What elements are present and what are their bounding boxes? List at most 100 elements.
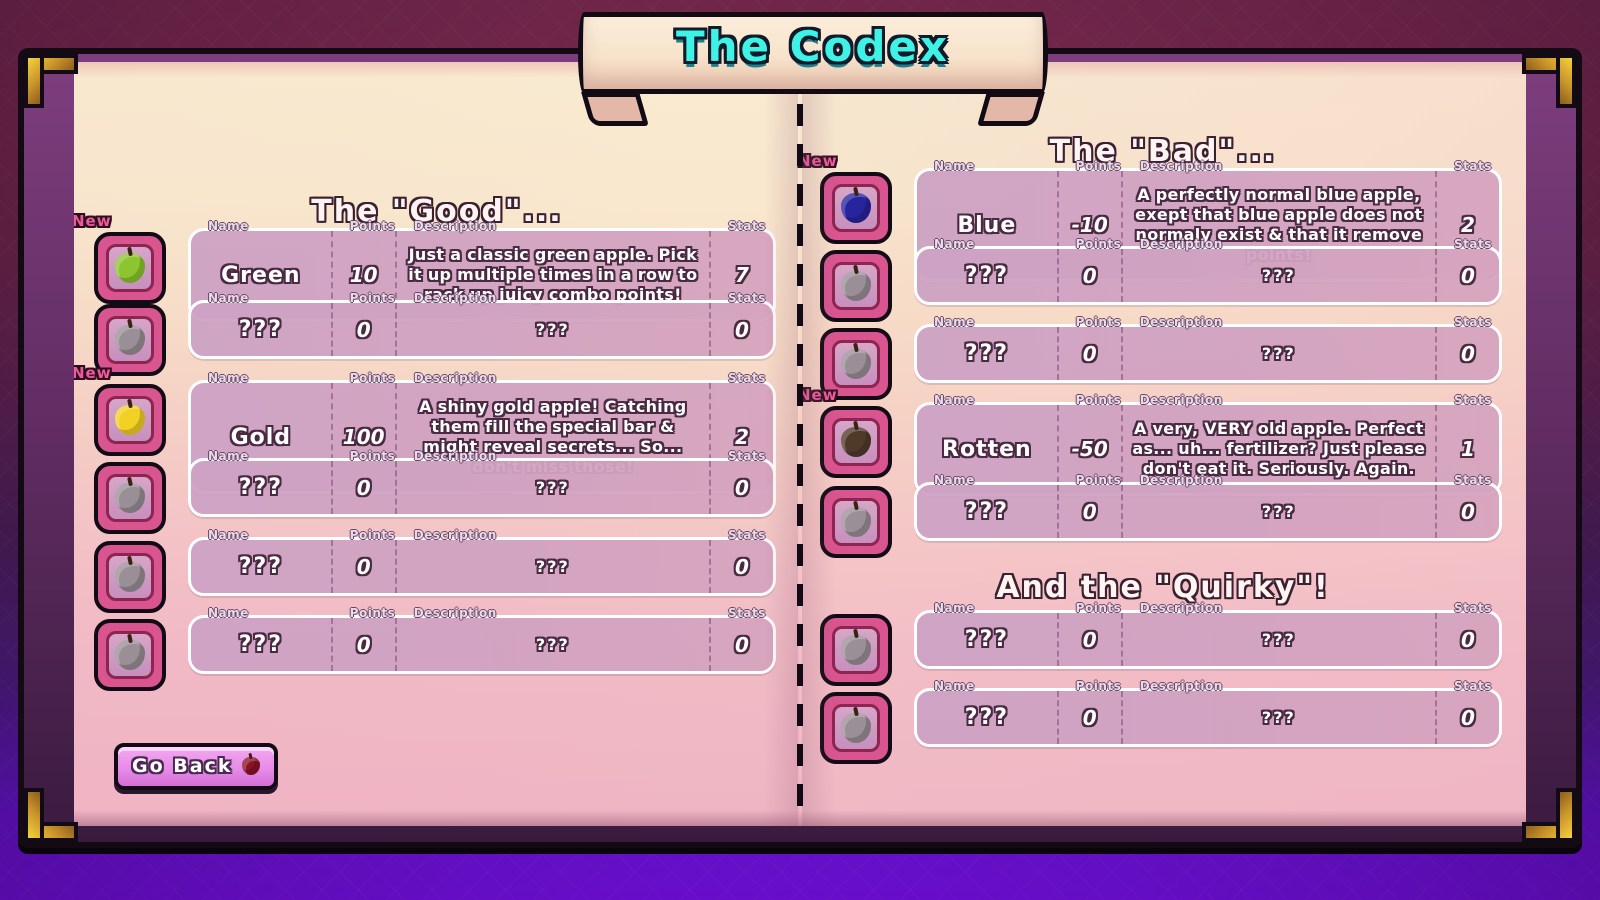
column-header-stats: Stats <box>1453 237 1492 251</box>
codex-entry-row[interactable]: Name??? Points 0 Description??? Stats 0 <box>94 528 776 613</box>
column-header-name: Name <box>208 219 249 233</box>
entry-cell-name: Name??? <box>917 473 1057 538</box>
icon-inner-frame <box>832 340 880 388</box>
entry-value-points: -10 <box>1071 213 1108 237</box>
column-header-description: Description <box>1139 315 1223 329</box>
entry-value-stats: 0 <box>735 632 749 657</box>
entry-cell-description: Description??? <box>394 449 709 514</box>
entry-value-points: 0 <box>356 475 371 500</box>
icon-inner-frame <box>832 184 880 232</box>
entry-value-description: ??? <box>535 477 570 497</box>
entry-cell-description: Description??? <box>394 291 709 356</box>
book-spine <box>797 64 803 824</box>
locked-apple-icon <box>841 349 871 379</box>
entry-icon-slot[interactable] <box>820 614 892 686</box>
locked-apple-icon <box>841 713 871 743</box>
entry-value-points: 100 <box>342 425 385 449</box>
entry-value-points: 0 <box>1082 499 1097 524</box>
codex-entry-row[interactable]: Name??? Points 0 Description??? Stats 0 <box>820 601 1502 686</box>
entry-value-name: ??? <box>964 341 1009 366</box>
entry-value-points: 0 <box>356 317 371 342</box>
column-header-stats: Stats <box>1453 679 1492 693</box>
entry-value-description: ??? <box>1261 501 1296 521</box>
icon-inner-frame <box>832 262 880 310</box>
icon-inner-frame <box>106 316 154 364</box>
entry-value-points: 0 <box>356 554 371 579</box>
entry-card: Name??? Points 0 Description??? Stats 0 <box>914 473 1502 541</box>
entry-icon-slot[interactable] <box>94 462 166 534</box>
entry-value-description: A very, VERY old apple. Perfect as... uh… <box>1132 419 1426 478</box>
entry-cell-stats: Stats 0 <box>708 291 773 356</box>
new-badge: New <box>74 364 112 382</box>
column-header-stats: Stats <box>727 371 766 385</box>
go-back-button[interactable]: Go Back <box>114 743 279 790</box>
entry-value-name: ??? <box>238 554 283 579</box>
codex-entry-row[interactable]: Name??? Points 0 Description??? Stats 0 <box>820 679 1502 764</box>
column-header-name: Name <box>934 473 975 487</box>
book-pages: The "Good"... New Name Green Points 10 Descri… <box>74 62 1526 826</box>
column-header-description: Description <box>1139 601 1223 615</box>
entry-value-points: -50 <box>1071 437 1108 461</box>
column-header-description: Description <box>413 291 497 305</box>
entry-value-description: ??? <box>535 556 570 576</box>
entry-cell-description: Description??? <box>1120 473 1435 538</box>
column-header-stats: Stats <box>727 606 766 620</box>
entry-icon-slot[interactable] <box>820 692 892 764</box>
codex-entry-row[interactable]: Name??? Points 0 Description??? Stats 0 <box>94 449 776 534</box>
entry-icon-slot[interactable] <box>820 250 892 322</box>
column-header-stats: Stats <box>1453 159 1492 173</box>
codex-entry-row[interactable]: Name??? Points 0 Description??? Stats 0 <box>820 315 1502 400</box>
entry-value-points: 0 <box>1082 627 1097 652</box>
entry-value-description: ??? <box>1261 707 1296 727</box>
column-header-points: Points <box>349 291 396 305</box>
entry-cell-description: Description??? <box>1120 601 1435 666</box>
entry-value-stats: 0 <box>1461 627 1475 652</box>
codex-entry-row[interactable]: Name??? Points 0 Description??? Stats 0 <box>94 291 776 376</box>
codex-entry-row[interactable]: Name??? Points 0 Description??? Stats 0 <box>94 606 776 691</box>
entry-icon-slot[interactable]: New <box>74 364 166 456</box>
entry-icon-slot[interactable]: New <box>74 212 166 304</box>
column-header-description: Description <box>1139 679 1223 693</box>
icon-inner-frame <box>832 498 880 546</box>
entry-value-stats: 0 <box>1461 341 1475 366</box>
entry-cell-points: Points 0 <box>1056 601 1121 666</box>
entry-icon-slot[interactable] <box>94 619 166 691</box>
locked-apple-icon <box>115 325 145 355</box>
entry-cell-points: Points 0 <box>330 528 395 593</box>
codex-entry-row[interactable]: Name??? Points 0 Description??? Stats 0 <box>820 237 1502 322</box>
entry-icon-slot[interactable] <box>94 541 166 613</box>
entry-icon-slot[interactable]: New <box>798 152 892 244</box>
codex-entry-row[interactable]: Name??? Points 0 Description??? Stats 0 <box>820 473 1502 558</box>
banner-tail-left <box>581 92 649 126</box>
column-header-name: Name <box>934 315 975 329</box>
entry-value-stats: 0 <box>1461 499 1475 524</box>
column-header-name: Name <box>208 291 249 305</box>
entry-card: Name??? Points 0 Description??? Stats 0 <box>914 315 1502 383</box>
right-page: The "Bad"... New Name Blue Points -10 Descrip… <box>798 62 1526 826</box>
entry-cell-stats: Stats 0 <box>708 606 773 671</box>
entry-value-name: ??? <box>964 499 1009 524</box>
column-header-points: Points <box>349 371 396 385</box>
entry-value-stats: 0 <box>735 475 749 500</box>
entry-icon-slot[interactable] <box>820 486 892 558</box>
entry-value-stats: 0 <box>1461 705 1475 730</box>
column-header-stats: Stats <box>727 449 766 463</box>
column-header-points: Points <box>349 528 396 542</box>
icon-frame <box>820 486 892 558</box>
entry-value-name: ??? <box>964 263 1009 288</box>
column-header-points: Points <box>349 449 396 463</box>
new-badge: New <box>798 386 838 404</box>
icon-frame <box>820 172 892 244</box>
banner-tail-right <box>977 92 1045 126</box>
entry-value-points: 0 <box>356 632 371 657</box>
entry-value-stats: 0 <box>1461 263 1475 288</box>
new-badge: New <box>74 212 112 230</box>
title-banner: The Codex <box>578 12 1048 126</box>
entry-value-name: Blue <box>957 212 1017 238</box>
column-header-stats: Stats <box>1453 393 1492 407</box>
entry-icon-slot[interactable]: New <box>798 386 892 478</box>
icon-inner-frame <box>832 626 880 674</box>
column-header-stats: Stats <box>1453 601 1492 615</box>
entry-cell-stats: Stats 0 <box>1434 237 1499 302</box>
entry-value-description: ??? <box>535 319 570 339</box>
